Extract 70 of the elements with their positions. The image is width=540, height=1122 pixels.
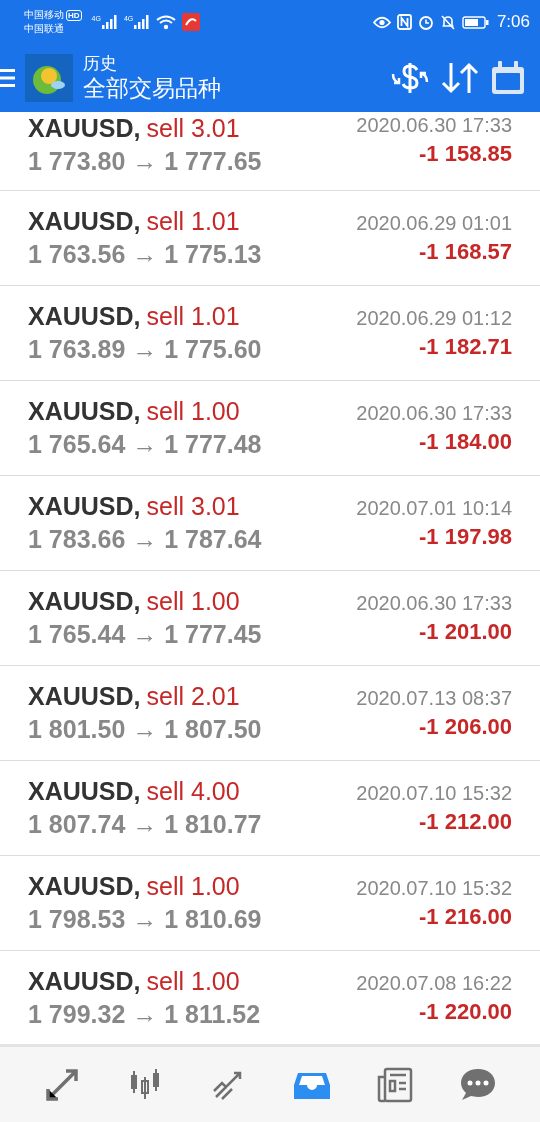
eye-icon xyxy=(372,15,391,29)
carrier-name: 中国移动 xyxy=(24,8,64,22)
deal-side-volume: sell 1.01 xyxy=(146,207,240,236)
symbol-name: XAUUSD, xyxy=(28,207,141,236)
symbol-name: XAUUSD, xyxy=(28,967,141,996)
deal-side-volume: sell 1.00 xyxy=(146,967,240,996)
price-range: 1 799.32 → 1 811.52 xyxy=(28,1000,261,1029)
deal-time: 2020.06.29 01:01 xyxy=(356,211,512,235)
profit-value: -1 220.00 xyxy=(419,998,512,1025)
price-range: 1 773.80 → 1 777.65 xyxy=(28,147,262,176)
wifi-icon xyxy=(156,14,177,30)
app-logo-icon xyxy=(25,54,73,102)
deal-side-volume: sell 1.00 xyxy=(146,587,240,616)
signal-icon xyxy=(101,15,118,29)
nfc-icon xyxy=(396,14,412,30)
deal-time: 2020.06.30 17:33 xyxy=(356,401,512,425)
profit-value: -1 216.00 xyxy=(419,903,512,930)
battery-icon xyxy=(461,15,489,29)
deal-time: 2020.06.29 01:12 xyxy=(356,306,512,330)
deal-side-volume: sell 1.01 xyxy=(146,302,240,331)
profit-value: -1 206.00 xyxy=(419,713,512,740)
price-range: 1 807.74 → 1 810.77 xyxy=(28,810,262,839)
menu-icon[interactable] xyxy=(0,67,15,89)
symbol-name: XAUUSD, xyxy=(28,302,141,331)
alarm-icon xyxy=(417,14,434,30)
profit-value: -1 168.57 xyxy=(419,238,512,265)
symbol-name: XAUUSD, xyxy=(28,872,141,901)
price-range: 1 763.56 → 1 775.13 xyxy=(28,240,262,269)
carrier-name: 中国联通 xyxy=(24,22,65,36)
price-range: 1 798.53 → 1 810.69 xyxy=(28,905,262,934)
profit-value: -1 197.98 xyxy=(419,523,512,550)
symbol-name: XAUUSD, xyxy=(28,682,141,711)
price-range: 1 783.66 → 1 787.64 xyxy=(28,525,262,554)
deal-side-volume: sell 1.00 xyxy=(146,397,240,426)
signal-icon xyxy=(134,15,151,29)
deal-time: 2020.07.10 15:32 xyxy=(356,781,512,805)
deal-side-volume: sell 3.01 xyxy=(146,114,240,143)
hd-badge: HD xyxy=(66,9,82,21)
screen-title: 历史 xyxy=(83,53,118,75)
symbol-name: XAUUSD, xyxy=(28,492,141,521)
symbol-name: XAUUSD, xyxy=(28,587,141,616)
profit-value: -1 212.00 xyxy=(419,808,512,835)
price-range: 1 801.50 → 1 807.50 xyxy=(28,715,262,744)
calendar-icon[interactable] xyxy=(490,60,526,96)
deal-side-volume: sell 3.01 xyxy=(146,492,240,521)
symbol-name: XAUUSD, xyxy=(28,114,141,143)
sort-icon[interactable] xyxy=(440,61,480,95)
deal-time: 2020.07.13 08:37 xyxy=(356,686,512,710)
deal-time: 2020.06.30 17:33 xyxy=(356,591,512,615)
bell-muted-icon xyxy=(439,14,456,30)
price-range: 1 765.64 → 1 777.48 xyxy=(28,430,262,459)
currency-exchange-icon[interactable] xyxy=(390,61,430,95)
deal-time: 2020.07.08 16:22 xyxy=(356,971,512,995)
symbol-filter[interactable]: 全部交易品种 xyxy=(83,74,380,103)
profit-value: -1 182.71 xyxy=(419,333,512,360)
app-notification-icon xyxy=(182,13,201,31)
deal-side-volume: sell 4.00 xyxy=(146,777,240,806)
profit-value: -1 201.00 xyxy=(419,618,512,645)
deal-side-volume: sell 1.00 xyxy=(146,872,240,901)
clock-time: 7:06 xyxy=(496,12,530,32)
deal-time: 2020.07.01 10:14 xyxy=(356,496,512,520)
profit-value: -1 158.85 xyxy=(419,141,512,167)
deal-time: 2020.07.10 15:32 xyxy=(356,876,512,900)
symbol-name: XAUUSD, xyxy=(28,777,141,806)
symbol-name: XAUUSD, xyxy=(28,397,141,426)
price-range: 1 765.44 → 1 777.45 xyxy=(28,620,262,649)
deal-time: 2020.06.30 17:33 xyxy=(356,114,512,137)
price-range: 1 763.89 → 1 775.60 xyxy=(28,335,262,364)
deal-side-volume: sell 2.01 xyxy=(146,682,240,711)
profit-value: -1 184.00 xyxy=(419,428,512,455)
